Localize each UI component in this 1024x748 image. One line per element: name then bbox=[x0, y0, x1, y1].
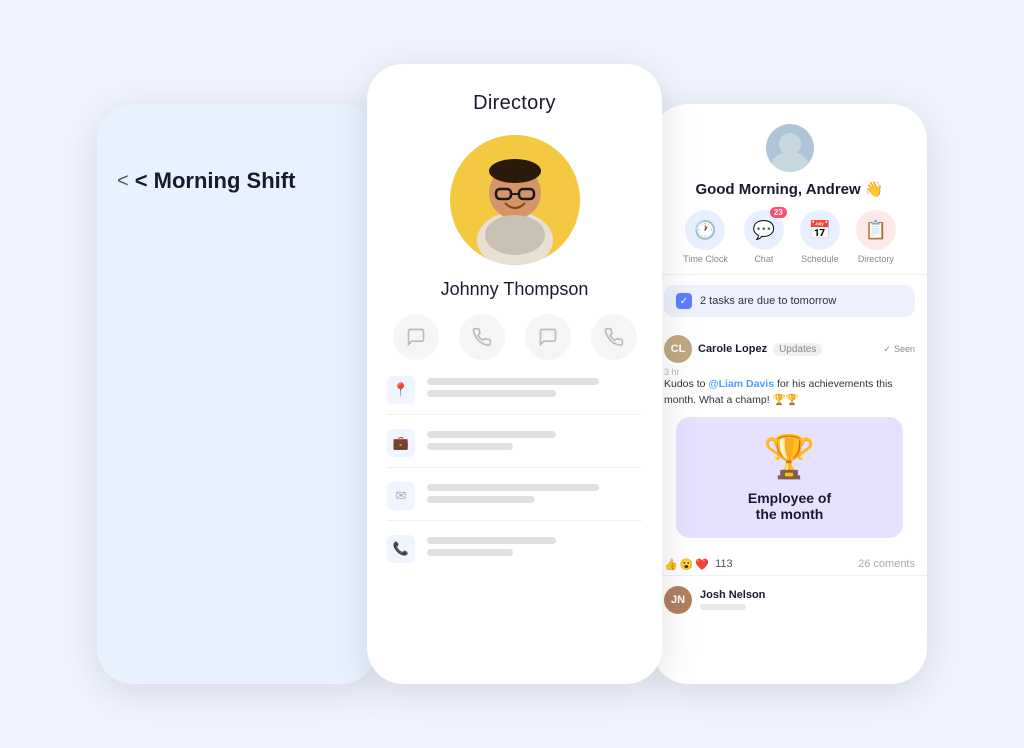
task-text: 2 tasks are due to tomorrow bbox=[700, 295, 836, 307]
voip-action-icon[interactable] bbox=[591, 314, 637, 360]
phone-morning-shift: < < Morning Shift Liam Davis bbox=[97, 104, 377, 684]
commenter-name: Josh Nelson bbox=[700, 589, 765, 601]
nav-directory[interactable]: 📋 Directory bbox=[856, 210, 896, 264]
call-action-icon[interactable] bbox=[459, 314, 505, 360]
back-button[interactable]: < < Morning Shift bbox=[117, 168, 357, 194]
reactions-row: 👍 😮 ❤️ 113 26 coments bbox=[652, 554, 927, 576]
user-avatar bbox=[766, 124, 814, 172]
info-line bbox=[427, 549, 513, 556]
comment-content: Josh Nelson bbox=[700, 589, 765, 610]
schedule-icon: 📅 bbox=[800, 210, 840, 250]
heart-emoji: ❤️ bbox=[695, 558, 709, 571]
info-line bbox=[427, 484, 599, 491]
info-lines bbox=[427, 484, 642, 508]
timeclock-icon: 🕐 bbox=[685, 210, 725, 250]
post-author-name: Carole Lopez bbox=[698, 343, 767, 355]
task-check-icon: ✓ bbox=[676, 293, 692, 309]
email-icon: ✉ bbox=[387, 482, 415, 510]
reaction-count: 113 bbox=[715, 558, 733, 570]
mention-tag: @Liam Davis bbox=[708, 378, 774, 390]
post-header: CL Carole Lopez Updates ✓Seen bbox=[664, 335, 915, 363]
directory-label: Directory bbox=[858, 254, 894, 264]
reaction-emojis[interactable]: 👍 😮 ❤️ bbox=[664, 558, 709, 571]
comment-avatar: JN bbox=[664, 586, 692, 614]
phone-directory: Directory bbox=[367, 64, 662, 684]
wow-emoji: 😮 bbox=[680, 558, 694, 571]
info-line bbox=[427, 496, 535, 503]
directory-info-list: 📍 💼 ✉ 📞 bbox=[367, 376, 662, 573]
profile-photo bbox=[450, 135, 580, 265]
phones-container: < < Morning Shift Liam Davis bbox=[0, 0, 1024, 748]
dashboard-header: Good Morning, Andrew 👋 🕐 Time Clock 💬 23… bbox=[652, 104, 927, 275]
info-line bbox=[427, 443, 513, 450]
post-text: Kudos to @Liam Davis for his achievement… bbox=[664, 377, 915, 409]
back-chevron-icon: < bbox=[117, 170, 129, 193]
action-icons-row bbox=[367, 314, 662, 376]
location-icon: 📍 bbox=[387, 376, 415, 404]
seen-label: Seen bbox=[894, 344, 915, 354]
nav-chat[interactable]: 💬 23 Chat bbox=[744, 210, 784, 264]
nav-icons-row: 🕐 Time Clock 💬 23 Chat 📅 Schedule 📋 Dire… bbox=[683, 210, 896, 264]
directory-title: Directory bbox=[473, 92, 556, 114]
task-reminder: ✓ 2 tasks are due to tomorrow bbox=[664, 285, 915, 317]
chat-action-icon[interactable] bbox=[393, 314, 439, 360]
info-line bbox=[427, 537, 556, 544]
phone-dashboard: Good Morning, Andrew 👋 🕐 Time Clock 💬 23… bbox=[652, 104, 927, 684]
employee-of-month-card: 🏆 Employee ofthe month bbox=[676, 417, 903, 538]
post-tag: Updates bbox=[773, 343, 822, 356]
schedule-label: Schedule bbox=[801, 254, 839, 264]
job-icon: 💼 bbox=[387, 429, 415, 457]
trophy-icon: 🏆 bbox=[763, 433, 815, 482]
directory-icon: 📋 bbox=[856, 210, 896, 250]
emp-title: Employee ofthe month bbox=[748, 490, 831, 522]
comment-count: 26 coments bbox=[858, 558, 915, 570]
info-item: ✉ bbox=[387, 482, 642, 521]
profile-photo-area bbox=[367, 125, 662, 279]
nav-timeclock[interactable]: 🕐 Time Clock bbox=[683, 210, 728, 264]
info-lines bbox=[427, 537, 642, 561]
phone-icon: 📞 bbox=[387, 535, 415, 563]
comment-row: JN Josh Nelson bbox=[652, 582, 927, 618]
info-line bbox=[427, 390, 556, 397]
post-seen-status: ✓Seen bbox=[883, 344, 915, 355]
person-name: Johnny Thompson bbox=[367, 279, 662, 314]
timeclock-label: Time Clock bbox=[683, 254, 728, 264]
like-emoji: 👍 bbox=[664, 558, 678, 571]
info-lines bbox=[427, 378, 642, 402]
info-item: 💼 bbox=[387, 429, 642, 468]
post-time: 3 hr bbox=[664, 367, 915, 377]
info-line bbox=[427, 431, 556, 438]
feed-post: CL Carole Lopez Updates ✓Seen 3 hr Kudos… bbox=[652, 327, 927, 554]
nav-schedule[interactable]: 📅 Schedule bbox=[800, 210, 840, 264]
comment-text-line bbox=[700, 604, 746, 610]
chat-header: < < Morning Shift bbox=[97, 144, 377, 684]
info-lines bbox=[427, 431, 642, 455]
info-item: 📍 bbox=[387, 376, 642, 415]
chat-label: Chat bbox=[754, 254, 773, 264]
chat-title: < Morning Shift bbox=[135, 168, 296, 194]
directory-header: Directory bbox=[367, 64, 662, 125]
chat-badge: 23 bbox=[770, 207, 787, 218]
greeting-text: Good Morning, Andrew 👋 bbox=[695, 180, 883, 198]
info-line bbox=[427, 378, 599, 385]
info-item: 📞 bbox=[387, 535, 642, 573]
post-author-avatar: CL bbox=[664, 335, 692, 363]
message-action-icon[interactable] bbox=[525, 314, 571, 360]
